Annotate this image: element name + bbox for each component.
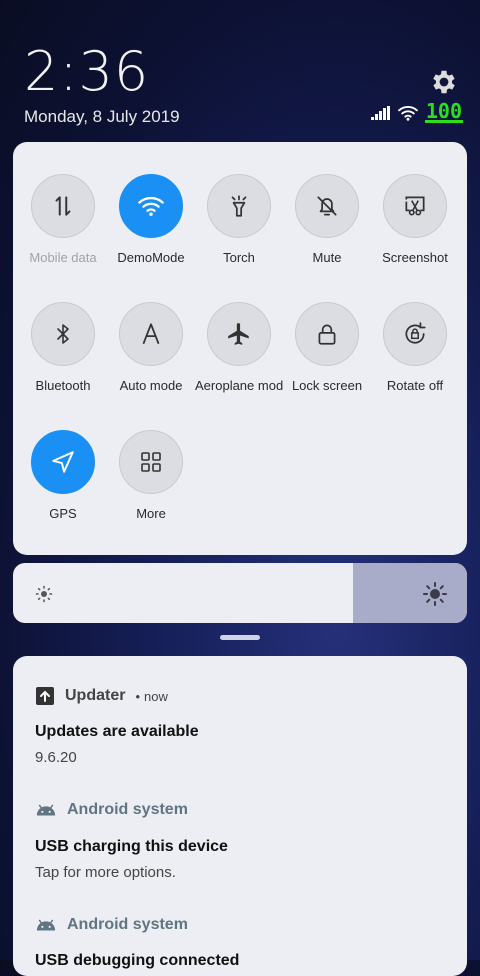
- auto-mode-icon: [119, 302, 183, 366]
- tile-label: Aeroplane mode: [195, 378, 283, 393]
- notification-app: Android system: [67, 801, 188, 818]
- torch-icon: [207, 174, 271, 238]
- notification-body: 9.6.20: [35, 749, 77, 766]
- bluetooth-icon: [31, 302, 95, 366]
- date: Monday, 8 July 2019: [24, 107, 180, 126]
- tile-torch[interactable]: Torch: [195, 174, 283, 265]
- android-icon: [36, 919, 56, 931]
- tile-label: GPS: [49, 506, 77, 521]
- tile-label: Auto mode: [119, 378, 183, 393]
- tile-label: Torch: [223, 250, 255, 265]
- notification-title: Updates are available: [35, 723, 199, 740]
- tile-mobile-data[interactable]: Mobile data: [19, 174, 107, 265]
- lock-icon: [295, 302, 359, 366]
- notification-header: Android system: [35, 801, 188, 819]
- tile-label: More: [136, 506, 166, 521]
- notification-header: Android system: [35, 916, 188, 934]
- notification-title: USB charging this device: [35, 838, 228, 855]
- tile-bluetooth[interactable]: Bluetooth: [19, 302, 107, 393]
- signal-icon: [370, 105, 390, 120]
- notification-app: Updater: [65, 687, 126, 704]
- brightness-fill: [353, 563, 467, 623]
- update-arrow-icon: [36, 687, 54, 705]
- notification-body: Tap for more options.: [35, 864, 176, 881]
- notification-app: Android system: [67, 916, 188, 933]
- bell-off-icon: [295, 174, 359, 238]
- brightness-high-icon: [423, 582, 447, 606]
- wifi-icon: [119, 174, 183, 238]
- notification-title: USB debugging connected: [35, 952, 240, 969]
- tile-label: Lock screen: [291, 378, 363, 393]
- tile-label: Bluetooth: [35, 378, 91, 393]
- tile-label: DemoMode: [117, 250, 185, 265]
- wifi-status-icon: [398, 105, 418, 121]
- tile-demomode[interactable]: DemoMode: [107, 174, 195, 265]
- screenshot-icon: [383, 174, 447, 238]
- tile-rotate-off[interactable]: Rotate off: [371, 302, 459, 393]
- tile-aeroplane[interactable]: Aeroplane mode: [195, 302, 283, 393]
- tile-mute[interactable]: Mute: [283, 174, 371, 265]
- notification-time-separator: •: [135, 688, 141, 704]
- location-icon: [31, 430, 95, 494]
- drag-handle[interactable]: [220, 635, 260, 640]
- tile-more[interactable]: More: [107, 430, 195, 521]
- tile-label: Mute: [312, 250, 342, 265]
- notification-list: Updater • now Updates are available 9.6.…: [13, 656, 467, 976]
- tile-auto-mode[interactable]: Auto mode: [107, 302, 195, 393]
- brightness-slider[interactable]: [13, 563, 467, 623]
- clock: 2:36: [24, 40, 150, 103]
- rotate-lock-icon: [383, 302, 447, 366]
- airplane-icon: [207, 302, 271, 366]
- quick-settings-panel: Mobile data DemoMode Torch Mute Screensh…: [13, 142, 467, 555]
- settings-gear-icon[interactable]: [429, 67, 459, 97]
- tile-label: Rotate off: [386, 378, 444, 393]
- mobile-data-icon: [31, 174, 95, 238]
- battery-level: 100: [424, 99, 463, 123]
- notification-header: Updater • now: [35, 686, 168, 706]
- tile-lock-screen[interactable]: Lock screen: [283, 302, 371, 393]
- tile-label: Screenshot: [382, 250, 448, 265]
- tile-gps[interactable]: GPS: [19, 430, 107, 521]
- status-bar: 100: [370, 99, 463, 123]
- grid-icon: [119, 430, 183, 494]
- notification-time: now: [144, 688, 168, 704]
- tile-label: Mobile data: [29, 250, 97, 265]
- tile-screenshot[interactable]: Screenshot: [371, 174, 459, 265]
- android-icon: [36, 804, 56, 816]
- brightness-low-icon: [35, 585, 53, 603]
